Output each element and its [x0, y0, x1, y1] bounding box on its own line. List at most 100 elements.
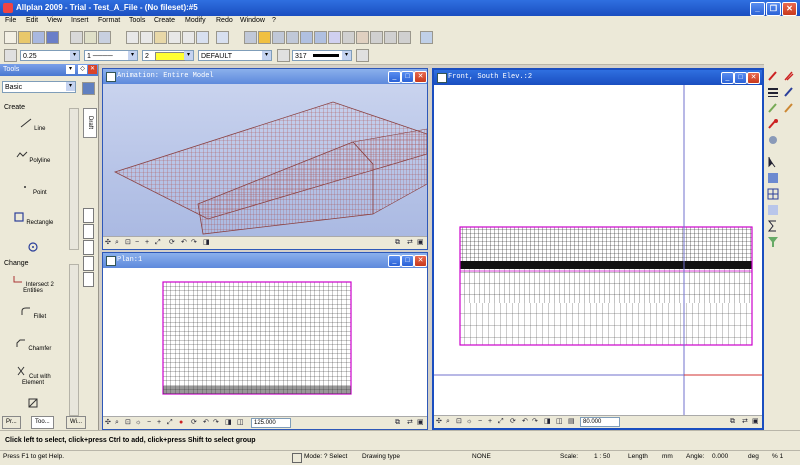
menu-insert[interactable]: Insert [71, 17, 89, 24]
print-preview-icon[interactable] [84, 31, 97, 44]
nav-zoom-in-icon[interactable]: + [145, 239, 153, 247]
nav-zoom-region-icon[interactable]: ⊡ [125, 239, 133, 247]
nav-zoom-out-icon[interactable]: − [147, 419, 155, 427]
menu-help[interactable]: ? [272, 17, 276, 24]
layer-select-icon[interactable] [767, 86, 779, 98]
tool-more-change[interactable] [4, 398, 62, 412]
nav-camera-icon[interactable]: ◨ [225, 419, 233, 427]
window-sync-icon[interactable]: ⇄ [407, 419, 415, 427]
front-close-button[interactable]: ✕ [747, 72, 760, 84]
nav-zoom-icon[interactable]: ⌕ [115, 419, 123, 427]
palette-menu-icon[interactable]: ▾ [66, 65, 75, 74]
pen-thickness-select[interactable]: 0.25 ▾ [20, 50, 80, 61]
line-type-select[interactable]: 1 ──── ▾ [84, 50, 138, 61]
tool-intersect-2-entities[interactable]: Intersect 2 Entities [4, 274, 62, 294]
copy-icon[interactable] [140, 31, 153, 44]
nav-undo-view-icon[interactable]: ↶ [203, 419, 211, 427]
front-scale-field[interactable]: 80.000 [580, 417, 620, 427]
nav-redo-view-icon[interactable]: ↷ [191, 239, 199, 247]
animation-window[interactable]: Animation: Entire Model _ □ ✕ ✣ ⌕ ⊡ − + … [102, 68, 428, 250]
sum-icon[interactable] [767, 220, 779, 232]
nav-zoom-out-icon[interactable]: − [135, 239, 143, 247]
pen-red-icon[interactable] [767, 70, 779, 82]
nav-record-icon[interactable]: ● [179, 419, 187, 427]
eraser-icon[interactable] [767, 118, 779, 130]
new-file-icon[interactable] [4, 31, 17, 44]
pattern-icon[interactable] [277, 49, 290, 62]
nav-zoom-out-icon[interactable]: − [478, 418, 486, 426]
nav-pan-icon[interactable]: ✣ [105, 239, 113, 247]
window-options-icon[interactable]: ▣ [417, 239, 425, 247]
nav-zoom-extents-icon[interactable]: ⤢ [498, 418, 506, 426]
tool-rectangle[interactable]: Rectangle [4, 212, 62, 226]
window-split-icon[interactable]: ⧉ [395, 239, 403, 247]
plan-close-button[interactable]: ✕ [414, 255, 427, 267]
menu-window[interactable]: Window [240, 17, 265, 24]
palette-tab-wizards[interactable]: Wi... [66, 416, 86, 429]
front-maximize-button[interactable]: □ [734, 72, 747, 84]
trace-icon[interactable] [767, 204, 779, 216]
nav-view-icon[interactable]: ◫ [556, 418, 564, 426]
paste-icon[interactable] [154, 31, 167, 44]
nav-view-icon[interactable]: ◫ [237, 419, 245, 427]
window-icon[interactable] [314, 31, 327, 44]
fileset-icon[interactable] [258, 31, 271, 44]
front-viewport[interactable] [434, 85, 762, 417]
nav-camera-icon[interactable]: ◨ [203, 239, 211, 247]
print-icon[interactable] [70, 31, 83, 44]
layer-icon[interactable] [244, 31, 257, 44]
animation-maximize-button[interactable]: □ [401, 71, 414, 83]
plot-icon[interactable] [98, 31, 111, 44]
menu-edit[interactable]: Edit [26, 17, 38, 24]
open-project-icon[interactable] [32, 31, 45, 44]
plan-window[interactable]: Plan:1 _ □ ✕ ✣ ⌕ ⊡ ☼ − + ⤢ ● ⟳ ↶ ↷ ◨ ◫ 1… [102, 252, 428, 430]
palette-tab-tools[interactable]: Too... [31, 416, 54, 429]
scale-value[interactable]: 1 : 50 [594, 453, 610, 460]
menu-format[interactable]: Format [98, 17, 120, 24]
palette-category-select[interactable]: Basic ▾ [2, 81, 76, 93]
menu-create[interactable]: Create [154, 17, 175, 24]
lights-icon[interactable] [356, 31, 369, 44]
tool-chamfer[interactable]: Chamfer [4, 338, 62, 352]
snap-window-icon[interactable] [767, 172, 779, 184]
nav-rotate-icon[interactable]: ⟳ [191, 419, 199, 427]
nav-rotate-icon[interactable]: ⟳ [169, 239, 177, 247]
create-scrollbar[interactable] [69, 108, 79, 250]
menu-view[interactable]: View [47, 17, 62, 24]
plan-maximize-button[interactable]: □ [401, 255, 414, 267]
tab-symbol-icon[interactable] [83, 272, 94, 287]
nav-pan-icon[interactable]: ✣ [105, 419, 113, 427]
render-icon[interactable] [328, 31, 341, 44]
open-folder-icon[interactable] [18, 31, 31, 44]
window-split-icon[interactable]: ⧉ [395, 419, 403, 427]
undo-icon[interactable] [196, 31, 209, 44]
layer-select[interactable]: DEFAULT ▾ [198, 50, 272, 61]
nav-zoom-icon[interactable]: ⌕ [115, 239, 123, 247]
restore-button[interactable]: ❐ [766, 2, 781, 16]
tool-point[interactable]: Point [4, 182, 62, 196]
tool-polyline[interactable]: Polyline [4, 150, 62, 164]
front-minimize-button[interactable]: _ [721, 72, 734, 84]
brush-icon[interactable] [767, 102, 779, 114]
pattern-select[interactable]: 317 ▾ [292, 50, 352, 61]
plan-minimize-button[interactable]: _ [388, 255, 401, 267]
nav-zoom-in-icon[interactable]: + [488, 418, 496, 426]
window-split-icon[interactable]: ⧉ [730, 418, 738, 426]
3d-view-icon[interactable] [370, 31, 383, 44]
nav-redo-view-icon[interactable]: ↷ [213, 419, 221, 427]
nav-zoom-region-icon[interactable]: ⊡ [125, 419, 133, 427]
tab-draft[interactable]: Draft [83, 108, 97, 138]
palette-pin-icon[interactable]: ◇ [78, 65, 87, 74]
palette-tab-properties[interactable]: Pr... [2, 416, 21, 429]
help-pointer-icon[interactable] [420, 31, 433, 44]
pen-icon[interactable] [4, 49, 17, 62]
window-options-icon[interactable]: ▣ [752, 418, 760, 426]
nav-settings-icon[interactable]: ☼ [135, 419, 143, 427]
box-icon[interactable] [398, 31, 411, 44]
delete-icon[interactable] [168, 31, 181, 44]
tool-line[interactable]: Line [4, 118, 62, 132]
cursor-icon[interactable] [767, 156, 779, 168]
snap-grid-icon[interactable] [767, 188, 779, 200]
nav-print-icon[interactable]: ▤ [568, 418, 576, 426]
length-unit[interactable]: mm [662, 453, 673, 460]
